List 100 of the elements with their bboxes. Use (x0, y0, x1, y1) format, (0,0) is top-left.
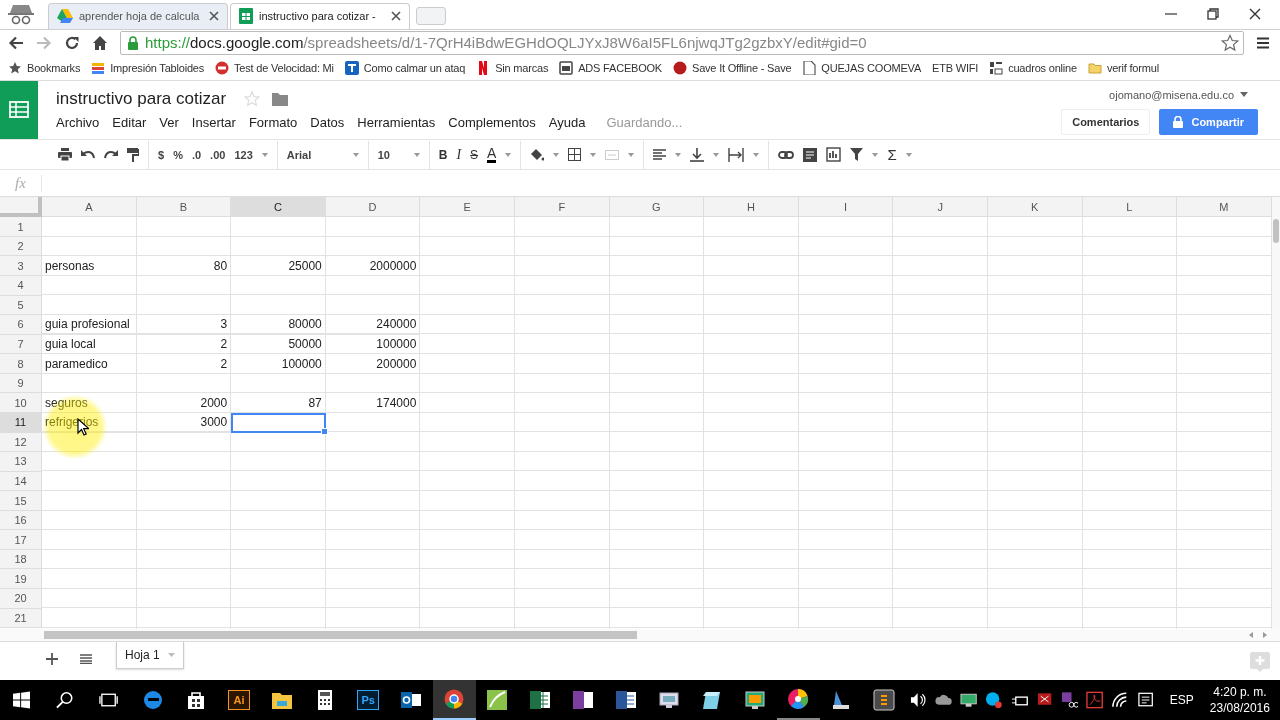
redo-icon[interactable] (104, 149, 118, 160)
caret-icon[interactable] (872, 152, 879, 157)
bookmark[interactable]: verif formul (1087, 60, 1159, 75)
chart-icon[interactable] (826, 147, 842, 163)
row-header[interactable]: 2 (0, 236, 42, 257)
number-format-button[interactable]: 123 (234, 148, 253, 161)
app-tile[interactable]: Ai (228, 690, 251, 710)
document-title[interactable]: instructivo para cotizar (56, 88, 227, 109)
increase-decimals-button[interactable]: .00 (210, 148, 226, 161)
row-header[interactable]: 16 (0, 510, 42, 531)
bookmark[interactable]: Sin marcas (476, 60, 549, 75)
row-header[interactable]: 8 (0, 354, 42, 374)
bookmark[interactable]: Como calmar un ataq (344, 60, 466, 75)
close-icon[interactable] (209, 11, 219, 22)
search-icon[interactable] (56, 691, 74, 709)
notification-icon[interactable] (1136, 691, 1154, 709)
browser-tab[interactable]: instructivo para cotizar - (230, 2, 410, 29)
bookmark[interactable]: Save It Offline - Save (673, 60, 792, 75)
filter-icon[interactable] (850, 148, 864, 162)
editor-icon[interactable] (873, 689, 896, 711)
caret-icon[interactable] (675, 152, 682, 157)
column-header[interactable]: F (514, 197, 610, 218)
bookmark[interactable]: Test de Velocidad: Mi (215, 60, 334, 75)
currency-button[interactable]: $ (158, 148, 165, 161)
wifi-icon[interactable] (1111, 691, 1129, 709)
row-header[interactable]: 6 (0, 315, 42, 335)
caret-icon[interactable] (505, 152, 512, 157)
close-icon[interactable] (1248, 6, 1262, 21)
row-header[interactable]: 21 (0, 608, 42, 629)
scrollbar-thumb[interactable] (1272, 219, 1279, 244)
paint-format-icon[interactable] (127, 147, 139, 162)
corner-cell[interactable] (0, 197, 42, 218)
functions-button[interactable]: Σ (887, 146, 897, 164)
browser-icon[interactable] (443, 688, 466, 710)
font-size-dropdown[interactable]: 10 (377, 148, 420, 161)
percent-button[interactable]: % (173, 148, 183, 161)
column-header[interactable]: C (231, 197, 326, 218)
row-header[interactable]: 12 (0, 432, 42, 453)
print-icon[interactable] (58, 148, 72, 162)
column-header[interactable]: A (42, 197, 137, 218)
column-header[interactable]: B (136, 197, 232, 218)
caret-icon[interactable] (261, 152, 268, 157)
menu-item[interactable]: Herramientas (357, 114, 436, 130)
bookmark[interactable]: QUEJAS COOMEVA (802, 60, 922, 75)
caret-icon[interactable] (590, 152, 597, 157)
taskbar-slot[interactable]: Ps (346, 680, 390, 720)
language-indicator[interactable]: ESP (1169, 693, 1194, 707)
windows-start-icon[interactable] (13, 691, 31, 709)
bookmark[interactable]: cuadros online (989, 60, 1077, 75)
back-icon[interactable] (8, 35, 24, 50)
menu-item[interactable]: Ayuda (548, 114, 586, 130)
color-wheel-icon[interactable] (787, 688, 810, 710)
all-sheets-icon[interactable] (80, 654, 92, 665)
share-button[interactable]: Compartir (1159, 108, 1258, 135)
row-header[interactable]: 14 (0, 471, 42, 492)
taskbar-slot[interactable] (432, 680, 476, 720)
strikethrough-button[interactable]: S (470, 147, 479, 162)
caret-icon[interactable] (352, 152, 359, 157)
caret-icon[interactable] (413, 152, 420, 157)
text-color-button[interactable]: A (487, 146, 497, 164)
row-header[interactable]: 7 (0, 334, 42, 355)
screen-icon[interactable] (744, 689, 767, 711)
scrollbar-thumb[interactable] (44, 631, 637, 640)
menu-item[interactable]: Archivo (56, 114, 100, 130)
bookmark[interactable]: Bookmarks (8, 60, 81, 75)
document-icon[interactable] (615, 689, 638, 711)
caret-icon[interactable] (753, 152, 760, 157)
pdf-icon[interactable] (1086, 691, 1104, 709)
bookmark[interactable]: ADS FACEBOOK (559, 60, 662, 75)
column-header[interactable]: D (325, 197, 421, 218)
caret-icon[interactable] (905, 152, 912, 157)
borders-icon[interactable] (568, 148, 582, 162)
monitor-icon[interactable] (658, 689, 681, 711)
row-header[interactable]: 15 (0, 491, 42, 511)
column-header[interactable]: H (704, 197, 799, 218)
task-view-icon[interactable] (99, 692, 119, 708)
caret-icon[interactable] (713, 152, 720, 157)
row-header[interactable]: 18 (0, 549, 42, 570)
app-tile[interactable]: Ps (357, 690, 380, 710)
address-field[interactable]: https://docs.google.com/spreadsheets/d/1-7QrH4iBdwEGHdOQLJYxJ8W6aI5FL6njwqJTg2gzbxY/edit#gid=0 (120, 30, 1244, 55)
row-header[interactable]: 13 (0, 452, 42, 472)
vertical-align-icon[interactable] (690, 147, 705, 162)
menu-item[interactable]: Datos (310, 114, 345, 130)
close-icon[interactable] (391, 11, 401, 22)
menu-item[interactable]: Formato (248, 114, 298, 130)
column-header[interactable]: M (1177, 197, 1272, 218)
row-header[interactable]: 5 (0, 295, 42, 316)
text-wrap-icon[interactable] (728, 147, 745, 162)
decrease-decimals-button[interactable]: .0 (191, 148, 202, 161)
bookmark[interactable]: Impresión Tabloides (91, 60, 205, 75)
column-header[interactable]: L (1082, 197, 1178, 218)
column-header[interactable]: E (420, 197, 515, 218)
clock-date[interactable]: 23/08/2016 (1209, 700, 1270, 716)
volume-icon[interactable] (909, 691, 927, 709)
row-header[interactable]: 19 (0, 569, 42, 590)
font-dropdown[interactable]: Arial (286, 148, 359, 161)
fill-handle[interactable] (320, 427, 328, 435)
row-header[interactable]: 10 (0, 393, 42, 413)
notebook-icon[interactable] (572, 689, 595, 711)
row-header[interactable]: 9 (0, 373, 42, 394)
